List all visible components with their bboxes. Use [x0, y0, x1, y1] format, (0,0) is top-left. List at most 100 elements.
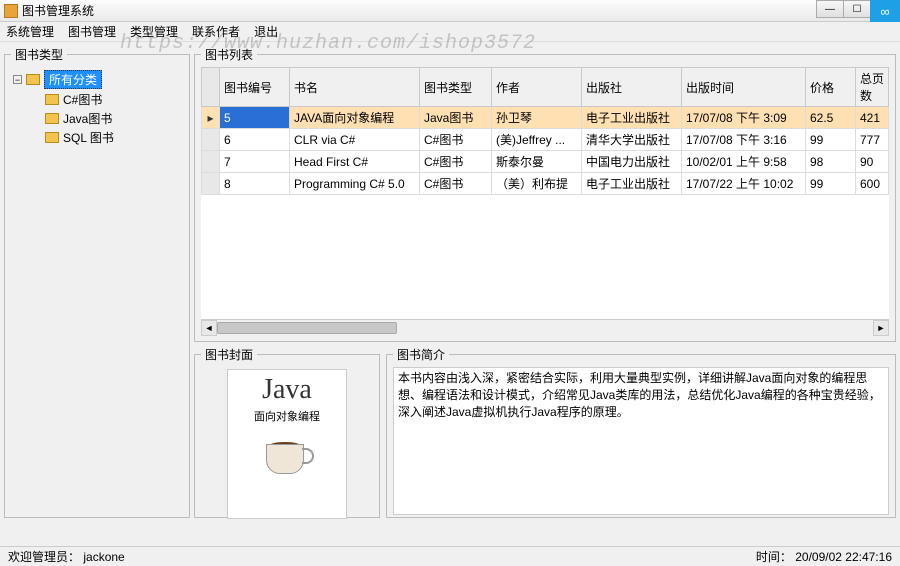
time-label: 时间：	[756, 550, 792, 564]
table-cell[interactable]: 斯泰尔曼	[492, 151, 582, 173]
category-tree[interactable]: − 所有分类 C#图书 Java图书 SQL 图书	[11, 67, 183, 147]
app-icon	[4, 4, 18, 18]
col-author[interactable]: 作者	[492, 68, 582, 107]
col-id[interactable]: 图书编号	[220, 68, 290, 107]
menu-types[interactable]: 类型管理	[130, 23, 178, 40]
table-cell[interactable]: 777	[856, 129, 889, 151]
table-cell[interactable]: 99	[806, 173, 856, 195]
table-row[interactable]: 8Programming C# 5.0C#图书（美）利布提电子工业出版社17/0…	[202, 173, 889, 195]
table-cell[interactable]: 90	[856, 151, 889, 173]
table-cell[interactable]	[202, 151, 220, 173]
coffee-cup-icon	[262, 434, 312, 482]
table-header-row: 图书编号 书名 图书类型 作者 出版社 出版时间 价格 总页数	[202, 68, 889, 107]
table-cell[interactable]: 17/07/08 下午 3:09	[682, 107, 806, 129]
table-cell[interactable]: 421	[856, 107, 889, 129]
maximize-button[interactable]: ☐	[843, 0, 871, 18]
username: jackone	[83, 550, 124, 564]
book-description-panel: 图书简介 本书内容由浅入深，紧密结合实际，利用大量典型实例，详细讲解Java面向…	[386, 346, 896, 518]
book-cover-image: Java 面向对象编程	[227, 369, 347, 519]
table-cell[interactable]: ▸	[202, 107, 220, 129]
cover-title: Java	[262, 374, 312, 406]
tree-root-node[interactable]: − 所有分类	[11, 69, 183, 90]
table-cell[interactable]: 6	[220, 129, 290, 151]
book-type-legend: 图书类型	[11, 46, 67, 63]
table-row[interactable]: ▸5JAVA面向对象编程Java图书孙卫琴电子工业出版社17/07/08 下午 …	[202, 107, 889, 129]
table-cell[interactable]: 17/07/22 上午 10:02	[682, 173, 806, 195]
folder-icon	[45, 94, 59, 105]
table-cell[interactable]: C#图书	[420, 173, 492, 195]
minimize-button[interactable]: —	[816, 0, 844, 18]
table-cell[interactable]: 孙卫琴	[492, 107, 582, 129]
table-cell[interactable]: 8	[220, 173, 290, 195]
tree-item-java[interactable]: Java图书	[11, 109, 183, 128]
table-cell[interactable]: CLR via C#	[290, 129, 420, 151]
cover-legend: 图书封面	[201, 346, 257, 363]
table-cell[interactable]: (美)Jeffrey ...	[492, 129, 582, 151]
books-table[interactable]: 图书编号 书名 图书类型 作者 出版社 出版时间 价格 总页数 ▸5JAVA面向…	[201, 67, 889, 195]
time-value: 20/09/02 22:47:16	[795, 550, 892, 564]
welcome-label: 欢迎管理员：	[8, 550, 80, 564]
titlebar: 图书管理系统 — ☐ ✕ ∞	[0, 0, 900, 22]
menu-system[interactable]: 系统管理	[6, 23, 54, 40]
tree-root-label[interactable]: 所有分类	[44, 70, 102, 89]
horizontal-scrollbar[interactable]: ◄ ►	[201, 319, 889, 335]
description-legend: 图书简介	[393, 346, 449, 363]
table-cell[interactable]: 清华大学出版社	[582, 129, 682, 151]
book-cover-panel: 图书封面 Java 面向对象编程	[194, 346, 380, 518]
table-cell[interactable]: C#图书	[420, 129, 492, 151]
description-text: 本书内容由浅入深，紧密结合实际，利用大量典型实例，详细讲解Java面向对象的编程…	[393, 367, 889, 515]
table-cell[interactable]: C#图书	[420, 151, 492, 173]
book-type-panel: 图书类型 − 所有分类 C#图书 Java图书 SQL 图书	[4, 46, 190, 518]
table-cell[interactable]	[202, 129, 220, 151]
menubar: 系统管理 图书管理 类型管理 联系作者 退出	[0, 22, 900, 42]
scroll-left-icon[interactable]: ◄	[201, 320, 217, 336]
table-cell[interactable]: Head First C#	[290, 151, 420, 173]
col-name[interactable]: 书名	[290, 68, 420, 107]
table-cell[interactable]: JAVA面向对象编程	[290, 107, 420, 129]
scroll-right-icon[interactable]: ►	[873, 320, 889, 336]
status-left: 欢迎管理员： jackone	[8, 548, 125, 565]
col-type[interactable]: 图书类型	[420, 68, 492, 107]
menu-contact[interactable]: 联系作者	[192, 23, 240, 40]
table-cell[interactable]: 17/07/08 下午 3:16	[682, 129, 806, 151]
collapse-icon[interactable]: −	[13, 75, 22, 84]
table-cell[interactable]: 电子工业出版社	[582, 173, 682, 195]
book-list-legend: 图书列表	[201, 46, 257, 63]
table-cell[interactable]: 62.5	[806, 107, 856, 129]
table-cell[interactable]: 5	[220, 107, 290, 129]
menu-books[interactable]: 图书管理	[68, 23, 116, 40]
book-list-panel: 图书列表 图书编号 书名 图书类型 作者	[194, 46, 896, 342]
scroll-thumb[interactable]	[217, 322, 397, 334]
table-cell[interactable]: Programming C# 5.0	[290, 173, 420, 195]
table-row[interactable]: 7Head First C#C#图书斯泰尔曼中国电力出版社10/02/01 上午…	[202, 151, 889, 173]
status-right: 时间： 20/09/02 22:47:16	[756, 548, 892, 565]
folder-icon	[26, 74, 40, 85]
window-title: 图书管理系统	[22, 2, 94, 19]
table-cell[interactable]: 中国电力出版社	[582, 151, 682, 173]
statusbar: 欢迎管理员： jackone 时间： 20/09/02 22:47:16	[0, 546, 900, 566]
tree-item-label: Java图书	[63, 110, 112, 127]
table-cell[interactable]: 10/02/01 上午 9:58	[682, 151, 806, 173]
col-pages[interactable]: 总页数	[856, 68, 889, 107]
folder-icon	[45, 113, 59, 124]
tree-item-label: C#图书	[63, 91, 102, 108]
table-cell[interactable]: （美）利布提	[492, 173, 582, 195]
folder-icon	[45, 132, 59, 143]
col-publisher[interactable]: 出版社	[582, 68, 682, 107]
tree-item-csharp[interactable]: C#图书	[11, 90, 183, 109]
menu-exit[interactable]: 退出	[254, 23, 278, 40]
table-row[interactable]: 6CLR via C#C#图书(美)Jeffrey ...清华大学出版社17/0…	[202, 129, 889, 151]
cover-subtitle: 面向对象编程	[254, 408, 320, 424]
table-cell[interactable]: 600	[856, 173, 889, 195]
table-cell[interactable]	[202, 173, 220, 195]
col-date[interactable]: 出版时间	[682, 68, 806, 107]
table-cell[interactable]: 电子工业出版社	[582, 107, 682, 129]
tree-item-label: SQL 图书	[63, 129, 114, 146]
corner-badge-icon: ∞	[870, 0, 900, 22]
table-cell[interactable]: 99	[806, 129, 856, 151]
table-cell[interactable]: 98	[806, 151, 856, 173]
table-cell[interactable]: Java图书	[420, 107, 492, 129]
tree-item-sql[interactable]: SQL 图书	[11, 128, 183, 147]
col-price[interactable]: 价格	[806, 68, 856, 107]
table-cell[interactable]: 7	[220, 151, 290, 173]
